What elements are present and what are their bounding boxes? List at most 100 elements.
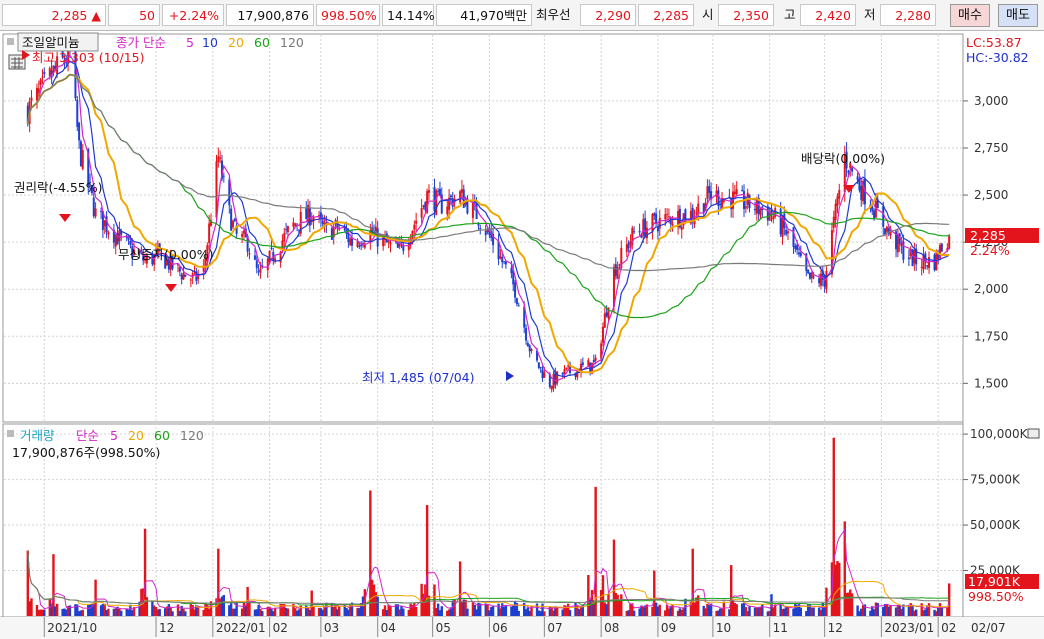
candle-body (517, 305, 520, 307)
time-tick-label: 02/07 (971, 621, 1006, 635)
candle-body (565, 367, 568, 369)
candle-body (294, 223, 297, 226)
time-tick-label: 03 (324, 621, 339, 635)
legend-ma5[interactable]: 5 (186, 35, 194, 50)
candle-body (656, 227, 659, 232)
candle-body (526, 343, 529, 347)
candle-body (741, 189, 744, 192)
candle-body (627, 243, 630, 249)
price-tick-label: 1,500 (974, 376, 1008, 390)
volume-legend-ma5[interactable]: 5 (110, 428, 118, 443)
candle-body (270, 247, 273, 249)
candle-body (642, 219, 645, 236)
volume-bar (261, 611, 264, 616)
legend-ma20[interactable]: 20 (228, 35, 244, 50)
volume-bar (145, 597, 149, 616)
candle-body (103, 220, 106, 227)
time-tick-label: 06 (492, 621, 507, 635)
turnover-rate: 14.14% (382, 4, 435, 26)
candle-body (43, 71, 46, 75)
candle-body (539, 367, 542, 369)
candle-body (655, 213, 658, 224)
candle-body (398, 244, 401, 247)
candle-body (427, 190, 430, 193)
candle-body (796, 244, 799, 250)
lc-indicator: LC:53.87 (966, 35, 1022, 50)
candle-body (349, 238, 352, 246)
candle-body (794, 246, 797, 249)
candle-body (241, 233, 244, 237)
candle-body (785, 229, 788, 235)
candle-body (618, 264, 621, 266)
volume-bar (786, 606, 790, 616)
candle-body (561, 372, 564, 375)
volume-bar (171, 611, 174, 616)
price-tick-label: 1,750 (974, 329, 1008, 343)
volume-legend-ma120[interactable]: 120 (180, 428, 204, 443)
volume-panel-expand-icon[interactable] (1027, 428, 1040, 439)
candle-body (605, 312, 608, 317)
volume-bar (466, 608, 469, 616)
candle-body (41, 76, 44, 78)
candle-body (541, 369, 544, 379)
period-high-label: 최고 3,303 (10/15) (32, 50, 145, 65)
legend-ma120[interactable]: 120 (280, 35, 304, 50)
volume-bar (338, 605, 341, 616)
candle-body (603, 313, 606, 328)
volume-bar (799, 607, 803, 616)
candle-body (283, 233, 286, 242)
candle-body (680, 226, 683, 230)
legend-ma10[interactable]: 10 (202, 35, 218, 50)
time-tick-label: 12 (159, 621, 174, 635)
candle-body (645, 227, 648, 239)
high-label: 고 (784, 7, 796, 22)
time-tick-label: 09 (661, 621, 676, 635)
volume-legend-toggle-icon[interactable] (7, 430, 14, 437)
time-tick-label: 08 (604, 621, 619, 635)
current-volume-tag-text: 17,901K (968, 574, 1021, 589)
volume-bar (402, 608, 405, 616)
candle-body (230, 208, 233, 231)
sell-button[interactable]: 매도 (998, 4, 1038, 27)
volume-legend-ma20[interactable]: 20 (128, 428, 144, 443)
candle-body (587, 360, 590, 366)
current-price-pct-tag: 2.24% (970, 243, 1010, 258)
candle-body (525, 327, 528, 341)
candle-body (819, 273, 822, 286)
candle-body (838, 189, 841, 199)
time-tick-label: 12 (828, 621, 843, 635)
candle-body (253, 255, 256, 260)
price-tick-label: 2,000 (974, 282, 1008, 296)
volume-legend-prefix: 거래량 (20, 428, 55, 443)
legend-ma60[interactable]: 60 (254, 35, 270, 50)
candle-body (885, 226, 888, 232)
buy-button[interactable]: 매수 (950, 4, 990, 27)
time-tick-label: 10 (716, 621, 731, 635)
stock-chart[interactable]: 3,0002,7502,5002,2502,0001,7501,500 100,… (0, 31, 1044, 639)
price-legend-prefix: 종가 단순 (116, 35, 166, 50)
candle-body (415, 220, 418, 224)
volume-ratio: 998.50% (316, 4, 380, 26)
volume-bar (927, 603, 931, 616)
candle-body (832, 216, 835, 228)
candle-body (671, 223, 674, 226)
volume-bar (286, 608, 290, 616)
volume-legend-ma60[interactable]: 60 (154, 428, 170, 443)
candle-body (706, 186, 709, 199)
volume-bar (940, 607, 944, 616)
candle-body (759, 209, 762, 216)
candle-body (550, 386, 553, 390)
candle-body (479, 227, 482, 229)
volume-tick-label: 75,000K (970, 473, 1021, 487)
time-tick-label: 02 (273, 621, 288, 635)
candle-body (823, 276, 826, 287)
candle-body (719, 203, 722, 205)
candle-body (257, 271, 260, 273)
legend-toggle-icon[interactable] (7, 38, 14, 45)
candle-body (259, 268, 262, 273)
candle-body (48, 68, 51, 77)
candle-body (35, 87, 38, 101)
volume-bar (594, 486, 597, 616)
candle-body (114, 234, 117, 247)
candle-body (797, 252, 800, 255)
